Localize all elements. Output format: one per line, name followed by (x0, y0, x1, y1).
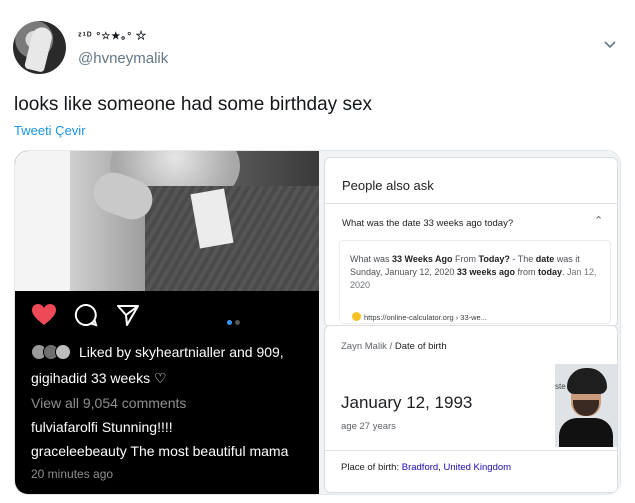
paa-question: What was the date 33 weeks ago today? (342, 218, 514, 229)
share-icon (116, 303, 140, 332)
likes-line: Liked by skyheartnialler and 909, (31, 344, 284, 360)
chevron-up-icon: ⌃ (594, 215, 604, 227)
paa-title: People also ask (342, 178, 434, 193)
liker-avatars (31, 344, 75, 360)
place-of-birth: Place of birth: Bradford, United Kingdom (341, 462, 512, 473)
age-text: age 27 years (341, 421, 396, 432)
comment-line: fulviafarolfi Stunning!!!! (31, 419, 173, 435)
person-photo: ste (555, 364, 617, 447)
translate-tweet-link[interactable]: Tweeti Çevir (14, 123, 86, 138)
source-url: https://online-calculator.org › 33-we... (352, 311, 487, 324)
profile-avatar[interactable] (13, 21, 66, 74)
tweet-text: looks like someone had some birthday sex (14, 94, 373, 115)
google-screenshot: People also ask What was the date 33 wee… (319, 151, 620, 494)
post-photo (15, 151, 319, 291)
chevron-down-icon[interactable] (603, 38, 617, 52)
display-name[interactable]: ᶻ¹ᴰ °☆★｡° ☆ (78, 27, 147, 42)
kg-breadcrumb: Zayn Malik / Date of birth (341, 341, 447, 352)
birth-date: January 12, 1993 (341, 393, 473, 412)
instagram-screenshot: Liked by skyheartnialler and 909, gigiha… (15, 151, 319, 494)
comment-line: graceleebeauty The most beautiful mama (31, 443, 289, 459)
people-also-ask-card: People also ask What was the date 33 wee… (324, 157, 618, 327)
heart-icon (31, 303, 57, 332)
answer-snippet: What was 33 Weeks Ago From Today? - The … (339, 240, 611, 324)
view-comments-link: View all 9,054 comments (31, 395, 187, 411)
knowledge-card: Zayn Malik / Date of birth January 12, 1… (324, 325, 618, 493)
user-handle[interactable]: @hvneymalik (78, 50, 168, 67)
favicon-icon (352, 312, 361, 321)
carousel-dots (227, 312, 243, 330)
tweet-media[interactable]: Liked by skyheartnialler and 909, gigiha… (14, 150, 621, 495)
caption-line: gigihadid 33 weeks ♡ (31, 370, 167, 386)
post-timestamp: 20 minutes ago (31, 467, 114, 481)
comment-icon (74, 303, 98, 332)
